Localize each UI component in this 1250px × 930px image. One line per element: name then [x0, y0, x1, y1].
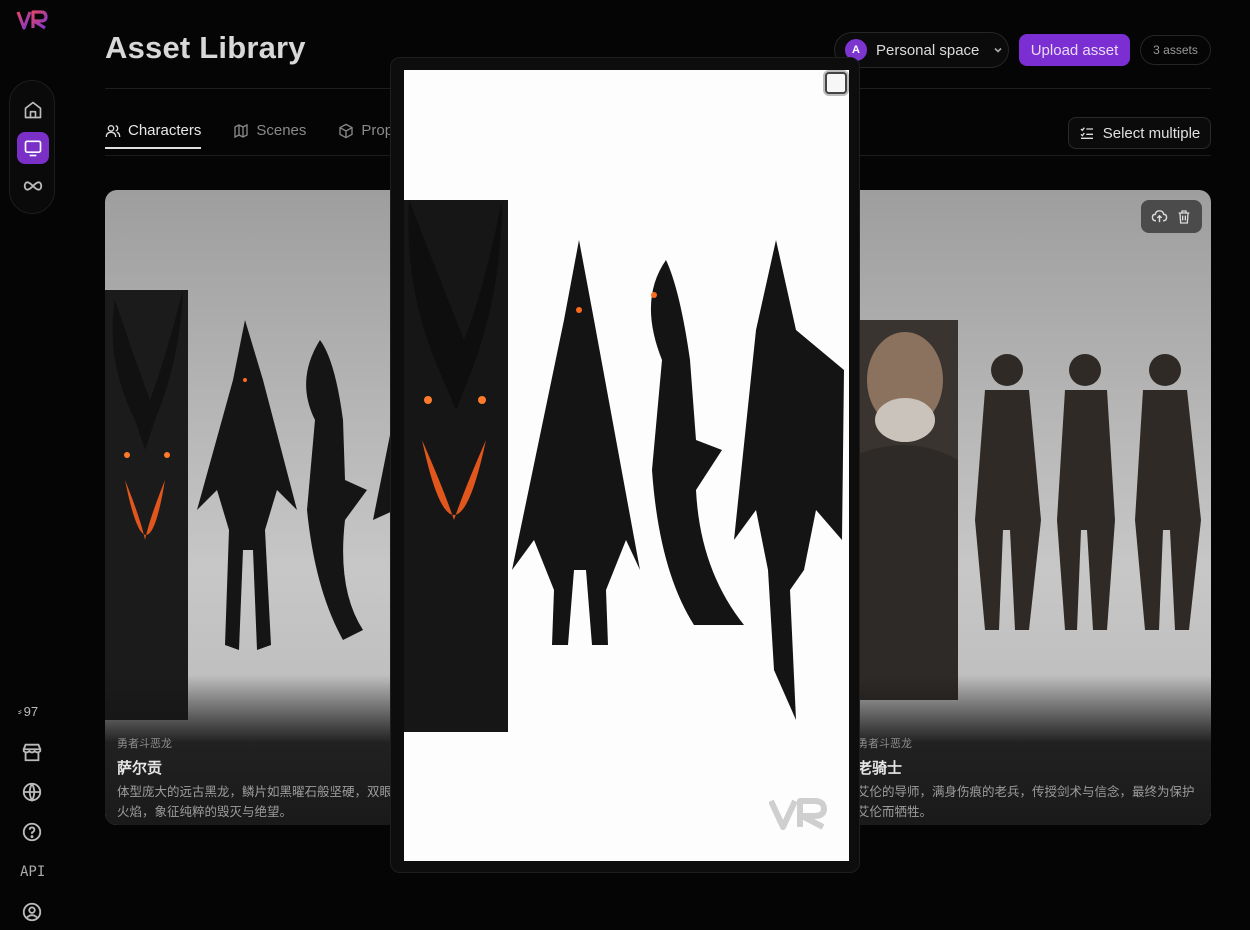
credits-counter[interactable]: ⸗ 97 — [18, 704, 38, 719]
watermark-logo — [769, 798, 827, 830]
tab-label: Prop — [361, 122, 394, 139]
checklist-icon — [1080, 127, 1093, 139]
card-name: 老骑士 — [857, 760, 903, 777]
card-tag: 勇者斗恶龙 — [117, 738, 172, 750]
nav-infinite[interactable] — [17, 170, 49, 202]
card-description-line: 艾伦而牺牲。 — [857, 805, 933, 819]
chevron-down-icon — [994, 47, 1002, 53]
tab-props[interactable]: Prop — [338, 122, 393, 147]
store-button[interactable] — [20, 740, 44, 764]
nav-asset-library[interactable] — [17, 132, 49, 164]
asset-card-old-knight[interactable]: 勇者斗恶龙 老骑士 艾伦的导师，满身伤痕的老兵，传授剑术与信念，最终为保护 艾伦… — [845, 190, 1211, 825]
card-description: 艾伦的导师，满身伤痕的老兵，传授剑术与信念，最终为保护 艾伦而牺牲。 — [857, 782, 1199, 822]
card-name: 萨尔贡 — [117, 760, 163, 777]
select-multiple-button[interactable]: Select multiple — [1068, 117, 1211, 149]
select-checkbox[interactable] — [825, 72, 847, 94]
card-info: 勇者斗恶龙 老骑士 艾伦的导师，满身伤痕的老兵，传授剑术与信念，最终为保护 艾伦… — [857, 735, 1199, 822]
globe-button[interactable] — [20, 780, 44, 804]
tab-label: Scenes — [256, 122, 307, 139]
page-title: Asset Library — [105, 30, 306, 65]
sidebar-nav — [9, 80, 55, 214]
vr-logo[interactable] — [16, 8, 50, 32]
infinity-icon — [23, 181, 43, 191]
tab-label: Characters — [128, 122, 202, 139]
store-icon — [22, 743, 42, 762]
upload-asset-button[interactable]: Upload asset — [1019, 34, 1130, 66]
help-button[interactable] — [20, 820, 44, 844]
card-description-line: 火焰，象征纯粹的毁灭与绝望。 — [117, 805, 293, 819]
space-label: Personal space — [876, 41, 980, 59]
tab-scenes[interactable]: Scenes — [233, 122, 306, 147]
credits-value: 97 — [23, 704, 39, 719]
trash-icon[interactable] — [1176, 209, 1192, 225]
dragon-preview-image — [404, 200, 844, 732]
api-button[interactable]: API — [20, 864, 45, 880]
credits-icon: ⸗ — [18, 705, 22, 718]
card-description: 体型庞大的远古黑龙，鳞片如黑曜石般坚硬，双眼燃 火焰，象征纯粹的毁灭与绝望。 — [117, 782, 423, 822]
tab-characters[interactable]: Characters — [105, 122, 202, 149]
upload-cloud-icon[interactable] — [1151, 208, 1168, 225]
help-icon — [22, 822, 42, 842]
card-description-line: 艾伦的导师，满身伤痕的老兵，传授剑术与信念，最终为保护 — [857, 785, 1195, 799]
asset-library-app: ⸗ 97 API Asset Library A Personal space … — [0, 0, 1250, 930]
card-actions — [1141, 200, 1202, 233]
nav-home[interactable] — [17, 94, 49, 126]
category-tabs: Characters Scenes Prop — [105, 122, 393, 149]
asset-count-badge: 3 assets — [1140, 35, 1211, 65]
box-icon — [339, 123, 354, 138]
preview-image — [404, 70, 849, 861]
image-preview-modal — [390, 57, 860, 873]
card-info: 勇者斗恶龙 萨尔贡 体型庞大的远古黑龙，鳞片如黑曜石般坚硬，双眼燃 火焰，象征纯… — [117, 735, 423, 822]
card-tag: 勇者斗恶龙 — [857, 738, 912, 750]
map-icon — [234, 123, 249, 138]
monitor-icon — [24, 140, 42, 157]
asset-card-sargon[interactable]: 勇者斗恶龙 萨尔贡 体型庞大的远古黑龙，鳞片如黑曜石般坚硬，双眼燃 火焰，象征纯… — [105, 190, 435, 825]
space-selector[interactable]: A Personal space — [834, 32, 1009, 68]
user-icon — [22, 902, 42, 922]
home-icon — [24, 101, 42, 119]
knight-reference-image — [845, 320, 1201, 700]
card-description-line: 体型庞大的远古黑龙，鳞片如黑曜石般坚硬，双眼燃 — [117, 785, 405, 799]
globe-icon — [22, 782, 42, 803]
select-multiple-label: Select multiple — [1102, 124, 1201, 142]
users-icon — [105, 124, 121, 137]
profile-button[interactable] — [20, 900, 44, 924]
dragon-reference-image — [105, 290, 435, 720]
